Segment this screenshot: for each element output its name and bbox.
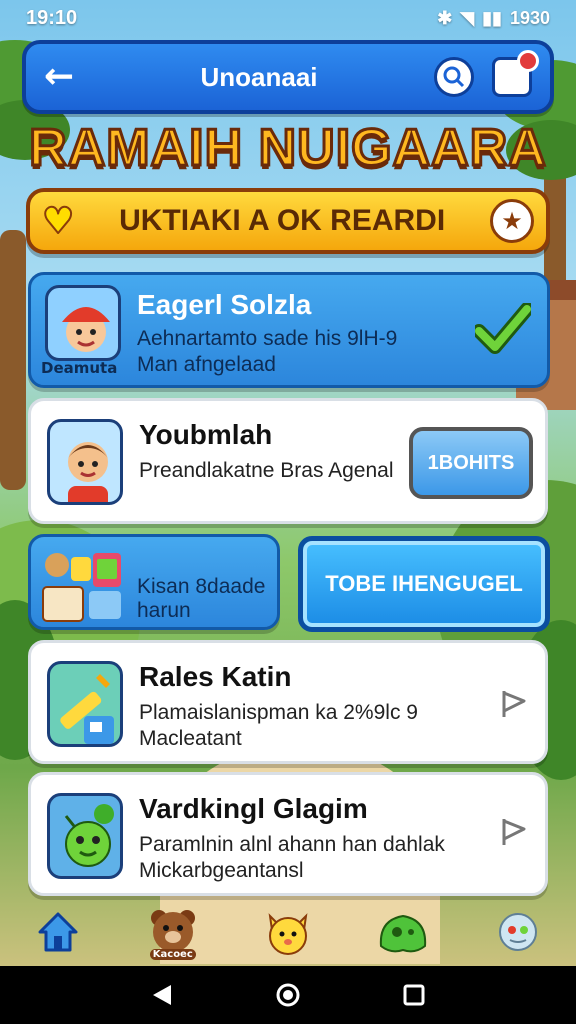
action-button[interactable]: TOBE IHENGUGEL [298,536,550,632]
card-subtitle-2: Man afngelaad [137,353,276,376]
card-subtitle: Plamaislanispman ka 2%9lc 9 [139,701,418,724]
reward-banner[interactable]: ♥ UKTIAKI A OK REARDI ★ [26,188,550,254]
list-item[interactable]: Vardkingl Glagim Paramlnin alnl ahann ha… [28,772,548,896]
nav-home[interactable] [28,902,88,962]
home-circle-icon[interactable] [275,982,301,1008]
status-time: 19:10 [26,6,78,29]
cat-icon [268,913,308,955]
home-icon [38,912,78,952]
search-button[interactable] [434,57,474,97]
card-subtitle: Aehnartamto sade his 9lH-9 [137,327,398,350]
bookmark-icon[interactable] [497,815,531,849]
notification-badge [517,50,539,72]
bear-label: Kacoec [149,949,196,960]
pencil-app-icon [47,661,123,747]
items-icon [41,547,125,623]
star-button[interactable]: ★ [489,199,534,243]
card-subtitle-2: Macleatant [139,727,242,750]
system-navigation-bar [0,966,576,1024]
card-subtitle: Preandlakatne Bras Agenal [139,459,394,482]
recents-square-icon[interactable] [403,984,425,1006]
bottom-navigation: Kacoec [0,898,576,966]
bluetooth-icon: ✱ [437,7,453,28]
list-item[interactable]: Kisan 8daade harun [28,534,280,630]
avatar [45,285,121,361]
search-icon [443,66,465,88]
header-title: Unoanaai [200,61,318,92]
creature-icon [499,913,538,951]
card-subtitle: Paramlnin alnl ahann han dahlak [139,833,445,856]
back-triangle-icon[interactable] [151,983,173,1007]
slime-icon [380,914,427,953]
card-title: Eagerl Solzla [137,289,312,320]
wifi-icon: ◥ [460,7,475,28]
nav-bear[interactable]: Kacoec [143,902,203,962]
avatar-label: Deamuta [41,359,118,377]
bonus-button[interactable]: 1BOHITS [409,427,533,499]
nav-cat[interactable] [258,902,318,962]
status-right-time: 1930 [509,7,550,28]
heart-icon: ♥ [41,200,75,243]
avatar [47,419,123,505]
back-arrow-icon[interactable]: ← [44,59,84,95]
list-item[interactable]: Rales Katin Plamaislanispman ka 2%9lc 9 … [28,640,548,764]
nav-more[interactable] [488,902,548,962]
bookmark-icon[interactable] [497,687,531,721]
top-header: ← Unoanaai [22,40,554,114]
card-subtitle-2: Mickarbgeantansl [139,859,304,882]
card-title: Youbmlah [139,419,273,450]
alien-app-icon [47,793,123,879]
game-title: RAMAIH NUIGAARA [28,118,548,179]
signal-icon: ▮▮ [482,7,502,28]
list-item[interactable]: Youbmlah Preandlakatne Bras Agenal 1BOHI… [28,398,548,524]
card-subtitle-2: harun [137,599,191,622]
checkmark-icon [475,303,531,354]
banner-text: UKTIAKI A OK REARDI [119,204,446,237]
nav-slime[interactable] [373,902,433,962]
card-title: Rales Katin [139,661,292,692]
star-icon: ★ [501,207,523,235]
list-item[interactable]: Deamuta Eagerl Solzla Aehnartamto sade h… [28,272,550,388]
status-bar: 19:10 ✱ ◥ ▮▮ 1930 [0,0,576,36]
notification-button[interactable] [492,50,539,97]
card-title: Vardkingl Glagim [139,793,368,824]
